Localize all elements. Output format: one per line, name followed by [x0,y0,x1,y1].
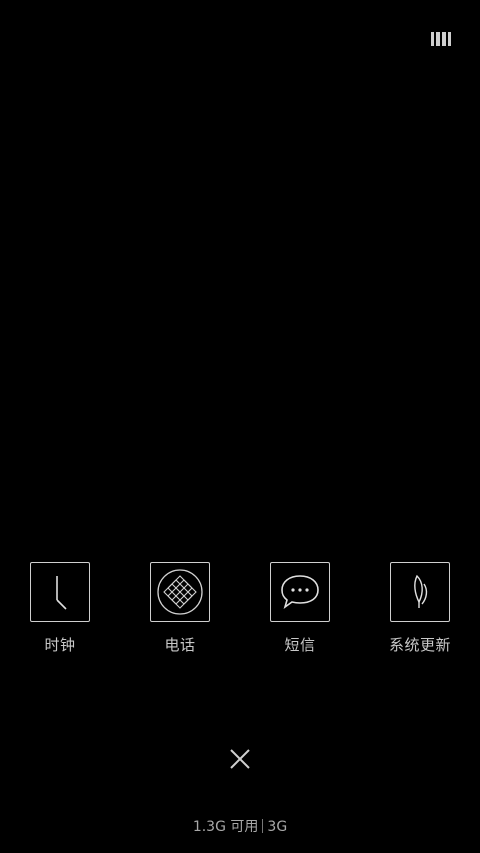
memory-available: 1.3G 可用 [192,819,259,835]
app-label: 电话 [164,636,196,654]
memory-info: 1.3G 可用 3G [0,816,480,836]
dialpad-icon[interactable] [150,562,210,622]
network-type: 3G [267,819,288,835]
recent-apps-row: 时钟 电话 短信 系统更新 [0,562,480,672]
leaf-icon[interactable] [390,562,450,622]
app-label: 系统更新 [388,636,451,654]
close-icon[interactable] [228,747,252,771]
divider [262,819,264,833]
message-bubble-icon[interactable] [270,562,330,622]
clock-icon[interactable] [30,562,90,622]
app-label: 短信 [284,636,316,654]
recent-grid-icon[interactable] [431,31,451,46]
app-clock[interactable]: 时钟 [10,562,110,662]
app-system-update[interactable]: 系统更新 [370,562,470,662]
app-messages[interactable]: 短信 [250,562,350,662]
app-phone[interactable]: 电话 [130,562,230,662]
app-label: 时钟 [44,636,76,654]
